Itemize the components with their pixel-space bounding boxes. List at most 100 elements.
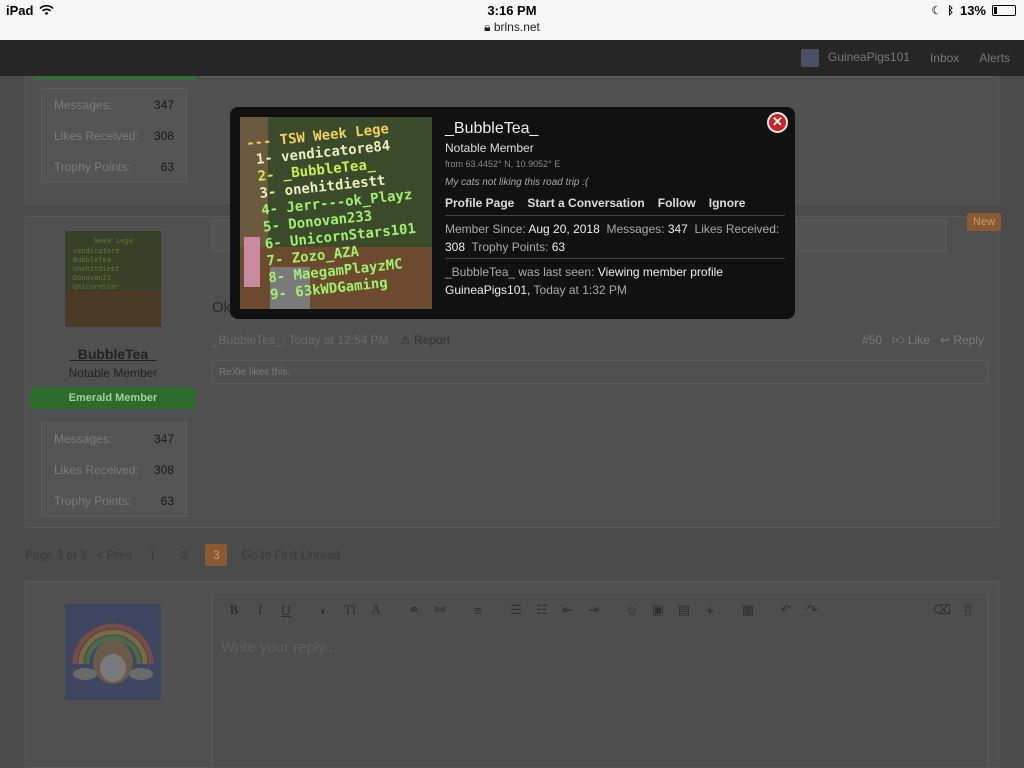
indent-icon[interactable]: ⇥	[583, 602, 605, 618]
follow-link[interactable]: Follow	[658, 196, 696, 210]
last-seen-time: Today at 1:32 PM	[533, 283, 627, 297]
nav-username: GuineaPigs101	[827, 50, 910, 65]
unlink-icon[interactable]: ⚯	[429, 602, 451, 618]
post-username[interactable]: _BubbleTea_	[33, 346, 193, 362]
member-title: Notable Member	[445, 141, 534, 155]
message-text: Ok	[212, 299, 232, 316]
svg-text:UnicornStar: UnicornStar	[73, 283, 119, 291]
underline-icon[interactable]: U	[275, 603, 297, 618]
thumbs-up-icon: 👍︎	[892, 333, 905, 347]
member-actions: Profile Page Start a Conversation Follow…	[445, 196, 745, 210]
status-bar: iPad 3:16 PM 🔒︎ brlns.net ☾ ᛒ 13%	[0, 0, 1024, 40]
undo-icon[interactable]: ↶	[775, 602, 797, 618]
reply-button[interactable]: ↩ Reply	[940, 333, 984, 348]
avatar-image: --- TSW Week Lege1- vendicatore842- _Bub…	[240, 117, 432, 309]
emerald-member-banner: Emerald Member	[31, 387, 195, 409]
stat-messages: Messages: 347	[54, 97, 174, 112]
svg-text:Donovan23: Donovan23	[73, 274, 111, 282]
likes-value: 308	[445, 240, 466, 254]
post-author-time[interactable]: _BubbleTea_, Today at 12:54 PM	[212, 333, 389, 347]
eraser-icon[interactable]: ⌫	[931, 602, 953, 618]
insert-icon[interactable]: +	[699, 603, 721, 618]
avatar-image: Week Lege vendicatore BubbleTea onehitdi…	[65, 231, 161, 327]
messages-value: 347	[667, 222, 688, 236]
redo-icon[interactable]: ↷	[801, 602, 823, 618]
prev-page-link[interactable]: < Prev	[96, 548, 131, 562]
reply-placeholder: Write your reply...	[221, 639, 338, 656]
link-icon[interactable]: ⚭	[403, 602, 425, 618]
battery-icon	[992, 5, 1016, 16]
new-badge: New	[967, 213, 1002, 231]
clock: 3:16 PM	[487, 3, 537, 18]
image-icon[interactable]: ▣	[647, 602, 669, 618]
user-avatar[interactable]: Week Lege vendicatore BubbleTea onehitdi…	[65, 231, 161, 327]
post-actions: #50 👍︎ Like ↩ Reply	[862, 333, 984, 348]
bold-icon[interactable]: B	[223, 602, 245, 618]
post-number[interactable]: #50	[862, 333, 882, 348]
guinea-pig-avatar-image	[65, 604, 161, 700]
svg-text:onehitdiest: onehitdiest	[73, 265, 119, 273]
pagination: Page 3 of 3 < Prev 1 2 3 Go to First Unr…	[25, 544, 340, 566]
ignore-link[interactable]: Ignore	[709, 196, 746, 210]
like-button[interactable]: 👍︎ Like	[892, 333, 930, 348]
report-link[interactable]: ⚠ Report	[400, 333, 450, 347]
last-seen: _BubbleTea_ was last seen: Viewing membe…	[445, 265, 723, 297]
page-label: Page 3 of 3	[25, 548, 87, 562]
member-avatar[interactable]: --- TSW Week Lege 1- vendicatore84 2- _Bub…	[240, 117, 432, 309]
profile-page-link[interactable]: Profile Page	[445, 196, 514, 210]
align-icon[interactable]: ≡	[467, 603, 489, 618]
stat-messages: Messages: 347	[54, 431, 174, 446]
page-3-current[interactable]: 3	[205, 544, 228, 566]
svg-text:BubbleTea: BubbleTea	[73, 256, 111, 264]
nav-alerts[interactable]: Alerts	[979, 51, 1010, 65]
moon-icon: ☾	[931, 5, 942, 17]
user-stats: Messages: 347 Likes Received: 308 Trophy P…	[41, 88, 187, 183]
my-avatar	[65, 604, 161, 700]
top-nav: GuineaPigs101 Inbox Alerts	[0, 40, 1024, 76]
member-location: from 63.4452° N, 10.9052° E	[445, 159, 561, 169]
outdent-icon[interactable]: ⇤	[557, 602, 579, 618]
reply-icon: ↩	[939, 333, 950, 347]
warning-icon: ⚠	[399, 333, 411, 347]
font-icon[interactable]: A	[365, 602, 387, 618]
member-stats: Member Since: Aug 20, 2018 Messages: 347…	[445, 222, 780, 254]
divider	[445, 258, 785, 259]
italic-icon[interactable]: I	[249, 602, 271, 618]
stat-trophy: Trophy Points: 63	[54, 159, 174, 174]
source-icon[interactable]: ▯	[957, 602, 979, 618]
user-stats: Messages: 347 Likes Received: 308 Trophy P…	[41, 422, 187, 517]
smiley-icon[interactable]: ☺	[621, 603, 643, 618]
post-usertitle: Notable Member	[68, 366, 158, 380]
stat-likes: Likes Received: 308	[54, 462, 174, 477]
font-size-icon[interactable]: TI	[339, 602, 361, 618]
trophy-value: 63	[551, 240, 566, 254]
likes-summary: ReXie likes this.	[212, 360, 988, 384]
bullet-list-icon[interactable]: ☰	[505, 602, 527, 618]
avatar	[800, 49, 819, 67]
start-conversation-link[interactable]: Start a Conversation	[527, 196, 644, 210]
member-status: My cats not liking this road trip :(	[445, 177, 589, 188]
status-right: ☾ ᛒ 13%	[931, 3, 1016, 18]
member-name[interactable]: _BubbleTea_	[445, 120, 538, 138]
close-icon[interactable]: ✕	[767, 112, 788, 133]
page-1-link[interactable]: 1	[141, 544, 163, 566]
url-bar[interactable]: 🔒︎ brlns.net	[0, 20, 1024, 35]
member-since-value: Aug 20, 2018	[528, 222, 600, 236]
nav-user[interactable]: GuineaPigs101	[800, 49, 910, 67]
reply-editor[interactable]: B I U ◐ TI A ⚭ ⚯ ≡ ☰ ☷ ⇤ ⇥ ☺ ▣ ▤ + ▦ ↶ ↷…	[212, 592, 988, 768]
divider	[445, 215, 785, 216]
save-draft-icon[interactable]: ▦	[737, 602, 759, 618]
page-2-link[interactable]: 2	[173, 544, 195, 566]
battery-percent: 13%	[959, 3, 986, 18]
stat-likes: Likes Received: 308	[54, 128, 174, 143]
color-icon[interactable]: ◐	[313, 603, 335, 618]
svg-text:Week Lege: Week Lege	[95, 237, 133, 245]
user-banner-strip	[33, 76, 195, 80]
nav-inbox[interactable]: Inbox	[930, 51, 959, 65]
first-unread-link[interactable]: Go to First Unread	[241, 548, 340, 562]
lock-icon: 🔒︎	[484, 20, 491, 34]
member-tooltip: --- TSW Week Lege 1- vendicatore84 2- _Bub…	[230, 107, 795, 319]
stat-trophy: Trophy Points: 63	[54, 493, 174, 508]
media-icon[interactable]: ▤	[673, 602, 695, 618]
numbered-list-icon[interactable]: ☷	[531, 602, 553, 618]
